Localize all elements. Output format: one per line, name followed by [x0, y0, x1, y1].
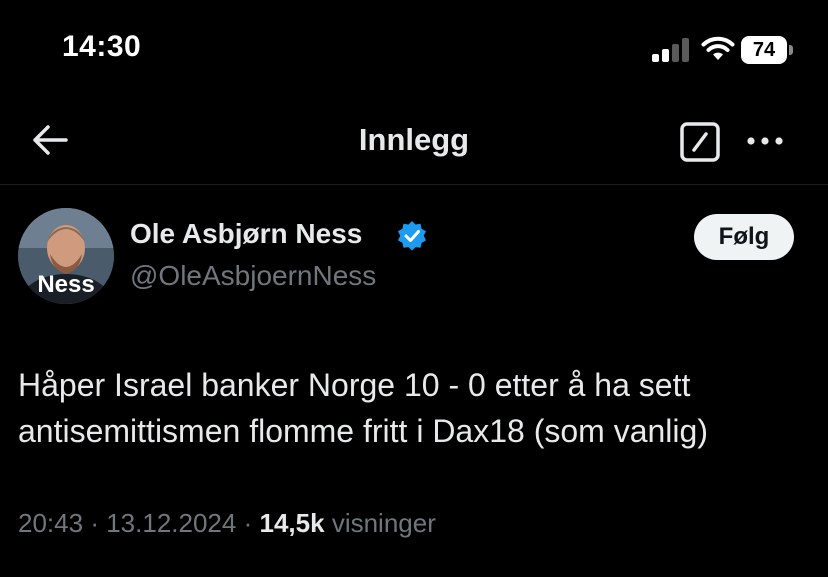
edit-icon	[680, 122, 720, 162]
author-name[interactable]: Ole Asbjørn Ness	[130, 218, 362, 250]
edit-button[interactable]	[680, 122, 720, 162]
verified-badge-icon	[398, 221, 426, 251]
avatar-image: Ness	[18, 208, 114, 304]
follow-button[interactable]: Følg	[694, 214, 794, 260]
post-time[interactable]: 20:43	[18, 508, 83, 538]
avatar-label: Ness	[37, 271, 94, 298]
post-text: Håper Israel banker Norge 10 - 0 etter å…	[18, 362, 818, 454]
battery-level: 74	[752, 39, 776, 61]
status-bar: 14:30 74	[0, 0, 828, 100]
post-text-line: antisemittismen flomme fritt i Dax18 (so…	[18, 413, 708, 449]
more-options-button[interactable]	[744, 126, 786, 156]
meta-separator: ·	[90, 508, 99, 538]
author-handle[interactable]: @OleAsbjoernNess	[130, 260, 376, 292]
meta-separator: ·	[243, 508, 253, 538]
views-label: visninger	[331, 508, 436, 538]
battery-nub	[789, 45, 793, 55]
header-divider	[0, 184, 828, 185]
cellular-signal-icon	[652, 38, 689, 62]
more-icon	[747, 137, 783, 145]
wifi-icon	[701, 36, 735, 60]
post-text-line: Håper Israel banker Norge 10 - 0 etter å…	[18, 367, 691, 403]
post-date[interactable]: 13.12.2024	[106, 508, 236, 538]
post-metadata: 20:43 · 13.12.2024 · 14,5k visninger	[18, 508, 436, 539]
top-navigation-bar: Innlegg	[0, 100, 828, 184]
status-time: 14:30	[62, 30, 142, 63]
avatar[interactable]: Ness	[18, 208, 114, 304]
views-count: 14,5k	[259, 508, 325, 538]
battery-icon: 74	[741, 36, 793, 64]
